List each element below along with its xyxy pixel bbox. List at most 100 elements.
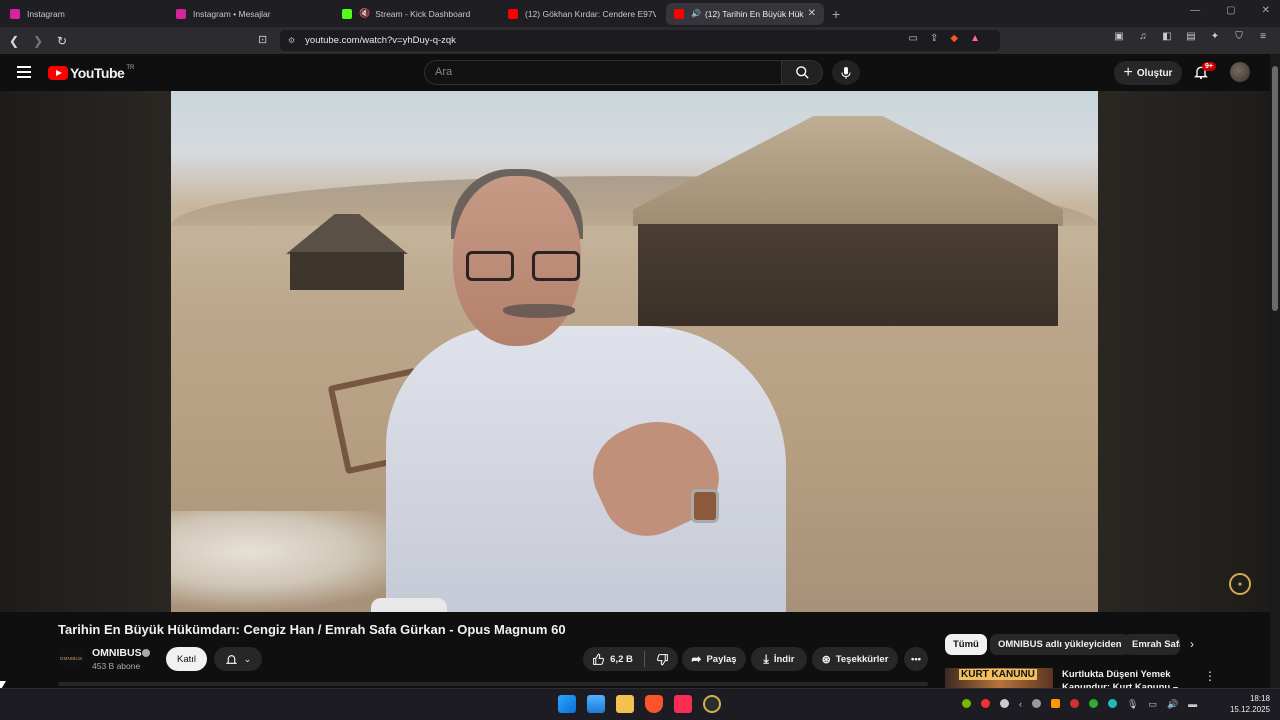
more-vertical-icon[interactable]: ⋮ bbox=[1204, 669, 1216, 683]
tray-app-orange-icon[interactable] bbox=[1051, 699, 1060, 708]
channel-name[interactable]: OMNIBUS bbox=[92, 647, 142, 659]
volume-icon[interactable]: 🔊 bbox=[1167, 699, 1178, 710]
share-button[interactable]: ➦ Paylaş bbox=[682, 647, 746, 671]
youtube-logo[interactable]: YouTube TR bbox=[48, 65, 134, 81]
obs-app-icon[interactable] bbox=[703, 695, 721, 713]
thumbs-up-icon bbox=[593, 652, 605, 665]
channel-watermark-icon[interactable]: ✦ bbox=[1229, 573, 1251, 595]
description-box[interactable] bbox=[58, 682, 928, 686]
create-label: Oluştur bbox=[1136, 67, 1173, 79]
search-icon bbox=[795, 66, 809, 79]
plus-icon: + bbox=[1123, 64, 1133, 81]
subscription-bell-button[interactable]: ⌄ bbox=[214, 647, 262, 671]
share-page-icon[interactable]: ⇪ bbox=[930, 33, 938, 44]
tray-app-gear-icon[interactable] bbox=[1032, 699, 1041, 708]
channel-avatar[interactable]: OMNIBUS bbox=[57, 647, 85, 669]
speaker-body bbox=[386, 326, 786, 612]
tray-app-green-icon[interactable] bbox=[1089, 699, 1098, 708]
tab-instagram[interactable]: Instagram bbox=[2, 3, 166, 25]
scrollbar-thumb[interactable] bbox=[1272, 66, 1278, 311]
guide-menu-icon[interactable] bbox=[17, 66, 31, 78]
chip-all[interactable]: Tümü bbox=[945, 634, 987, 655]
thanks-button[interactable]: ⊛ Teşekkürler bbox=[812, 647, 898, 671]
system-clock[interactable]: 18:18 15.12.2025 bbox=[1226, 693, 1270, 715]
large-yurt bbox=[633, 116, 1063, 326]
youtube-wordmark: YouTube bbox=[70, 65, 125, 81]
download-label: İndir bbox=[773, 653, 795, 665]
music-app-icon[interactable] bbox=[674, 695, 692, 713]
muted-speaker-icon[interactable]: 🔇 bbox=[359, 8, 370, 19]
chip-from-uploader[interactable]: OMNIBUS adlı yükleyiciden bbox=[990, 634, 1130, 655]
join-button[interactable]: Katıl bbox=[166, 647, 207, 671]
widgets-icon[interactable] bbox=[587, 695, 605, 713]
chevron-right-icon[interactable]: › bbox=[1190, 637, 1194, 651]
start-menu-icon[interactable] bbox=[558, 695, 576, 713]
wristwatch bbox=[691, 489, 719, 523]
brave-rewards-icon[interactable]: ▲ bbox=[970, 33, 980, 44]
recommendation-thumbnail[interactable]: KURT KANUNU bbox=[945, 668, 1053, 688]
tab-youtube-cendere[interactable]: (12) Gökhan Kırdar: Cendere E97V (O bbox=[500, 3, 664, 25]
menu-icon[interactable]: ≡ bbox=[1256, 31, 1270, 44]
chevron-left-icon[interactable]: ‹ bbox=[1019, 699, 1022, 710]
window-controls: — ▢ ✕ bbox=[1190, 5, 1270, 16]
tab-instagram-messages[interactable]: Instagram • Mesajlar bbox=[168, 3, 332, 25]
tab-title: Stream - Kick Dashboard bbox=[375, 8, 471, 19]
clock-time: 18:18 bbox=[1249, 694, 1270, 703]
speaker-icon[interactable]: 🔊 bbox=[691, 9, 701, 18]
recommendation-title[interactable]: Kurtlukta Düşeni Yemek Kanundur: Kurt Ka… bbox=[1062, 668, 1196, 688]
close-window-icon[interactable]: ✕ bbox=[1262, 5, 1270, 16]
steam-icon[interactable] bbox=[1000, 699, 1009, 708]
network-icon[interactable]: ▭ bbox=[1148, 699, 1157, 710]
wallet-icon[interactable]: ▤ bbox=[1184, 31, 1198, 44]
video-player[interactable] bbox=[171, 91, 1098, 612]
brave-browser-icon[interactable] bbox=[645, 695, 663, 713]
screenshot-icon[interactable]: ▣ bbox=[1112, 31, 1126, 44]
address-bar[interactable]: ⚙ youtube.com/watch?v=yhDuy-q-zqk bbox=[280, 30, 1000, 51]
account-avatar[interactable] bbox=[1230, 62, 1250, 82]
tray-app-shield-icon[interactable] bbox=[1070, 699, 1079, 708]
sidebar-icon[interactable]: ◧ bbox=[1160, 31, 1174, 44]
search-input[interactable]: Ara bbox=[424, 60, 781, 85]
subscriber-count: 453 B abone bbox=[92, 661, 141, 671]
tab-title: Instagram • Mesajlar bbox=[193, 8, 271, 19]
like-button[interactable]: 6,2 B bbox=[592, 652, 633, 666]
tab-youtube-active[interactable]: 🔊 (12) Tarihin En Büyük Hüküm ✕ bbox=[666, 2, 824, 25]
site-info-icon[interactable]: ⚙ bbox=[288, 36, 295, 45]
vpn-icon[interactable]: ⛉ bbox=[1232, 31, 1246, 44]
like-separator bbox=[643, 651, 645, 667]
bookmark-icon[interactable]: ⊡ bbox=[258, 33, 267, 46]
reload-icon[interactable]: ↻ bbox=[52, 34, 72, 48]
cast-icon[interactable]: ▭ bbox=[909, 33, 918, 44]
forward-icon[interactable]: ❯ bbox=[28, 34, 48, 48]
tray-app-teal-icon[interactable] bbox=[1108, 699, 1117, 708]
tray-app-red-icon[interactable] bbox=[981, 699, 990, 708]
microphone-tray-icon[interactable]: 🎙 bbox=[1127, 699, 1138, 710]
maximize-icon[interactable]: ▢ bbox=[1226, 5, 1235, 16]
battery-icon[interactable]: ▬ bbox=[1188, 699, 1197, 710]
page-scrollbar[interactable] bbox=[1270, 54, 1280, 688]
instagram-icon bbox=[10, 8, 20, 19]
chevron-down-icon: ⌄ bbox=[243, 653, 252, 664]
chip-emrah-safa[interactable]: Emrah Safa bbox=[1124, 634, 1180, 655]
minimize-icon[interactable]: — bbox=[1190, 5, 1200, 16]
tab-kick-dashboard[interactable]: 🔇 Stream - Kick Dashboard bbox=[334, 3, 498, 25]
search-button[interactable] bbox=[781, 60, 823, 85]
voice-search-button[interactable] bbox=[832, 60, 860, 85]
create-button[interactable]: + Oluştur bbox=[1114, 61, 1182, 85]
new-tab-button[interactable]: + bbox=[832, 6, 840, 22]
brave-shields-icon[interactable]: ◆ bbox=[950, 33, 958, 44]
thumbs-down-icon[interactable] bbox=[656, 653, 669, 666]
speaker-glasses bbox=[466, 251, 580, 281]
back-icon[interactable]: ❮ bbox=[4, 34, 24, 48]
nvidia-icon[interactable] bbox=[962, 699, 971, 708]
leo-ai-icon[interactable]: ✦ bbox=[1208, 31, 1222, 44]
download-button[interactable]: ⤓ İndir bbox=[751, 647, 807, 671]
more-actions-button[interactable]: ••• bbox=[904, 647, 928, 671]
youtube-icon bbox=[674, 8, 684, 19]
speaker-mustache bbox=[503, 304, 575, 318]
video-title: Tarihin En Büyük Hükümdarı: Cengiz Han /… bbox=[58, 622, 566, 637]
close-tab-icon[interactable]: ✕ bbox=[808, 8, 816, 19]
media-icon[interactable]: ♫ bbox=[1136, 31, 1150, 44]
file-explorer-icon[interactable] bbox=[616, 695, 634, 713]
verified-badge-icon bbox=[142, 649, 150, 657]
